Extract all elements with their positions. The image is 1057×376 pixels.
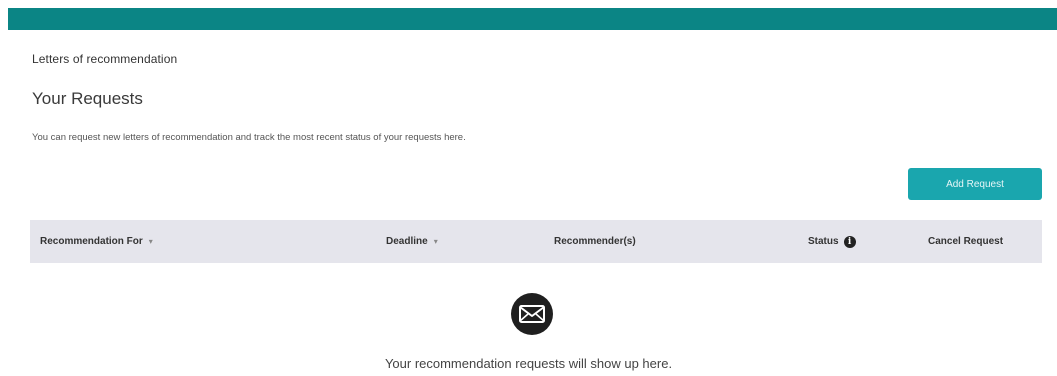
column-label: Status bbox=[808, 236, 839, 247]
sort-icon: ▾ bbox=[433, 237, 438, 246]
column-header-deadline[interactable]: Deadline ▾ bbox=[386, 220, 438, 263]
column-label: Deadline bbox=[386, 236, 428, 247]
column-label: Cancel Request bbox=[928, 236, 1004, 247]
add-request-label: Add Request bbox=[946, 178, 1004, 190]
top-banner bbox=[8, 8, 1057, 30]
section-label: Letters of recommendation bbox=[32, 52, 178, 66]
column-header-recommendation-for[interactable]: Recommendation For ▾ bbox=[40, 220, 153, 263]
requests-table-header: Recommendation For ▾ Deadline ▾ Recommen… bbox=[30, 220, 1042, 263]
column-label: Recommendation For bbox=[40, 236, 143, 247]
sort-icon: ▾ bbox=[148, 237, 153, 246]
column-header-cancel-request: Cancel Request bbox=[928, 220, 1003, 263]
column-header-recommenders: Recommender(s) bbox=[554, 220, 636, 263]
column-label: Recommender(s) bbox=[554, 236, 636, 247]
empty-state-message: Your recommendation requests will show u… bbox=[384, 356, 673, 371]
column-header-status: Status i bbox=[808, 220, 856, 263]
envelope-icon bbox=[511, 293, 553, 335]
info-icon[interactable]: i bbox=[843, 235, 856, 248]
page-description: You can request new letters of recommend… bbox=[32, 132, 466, 143]
page-title: Your Requests bbox=[32, 89, 143, 108]
add-request-button[interactable]: Add Request bbox=[908, 168, 1042, 200]
